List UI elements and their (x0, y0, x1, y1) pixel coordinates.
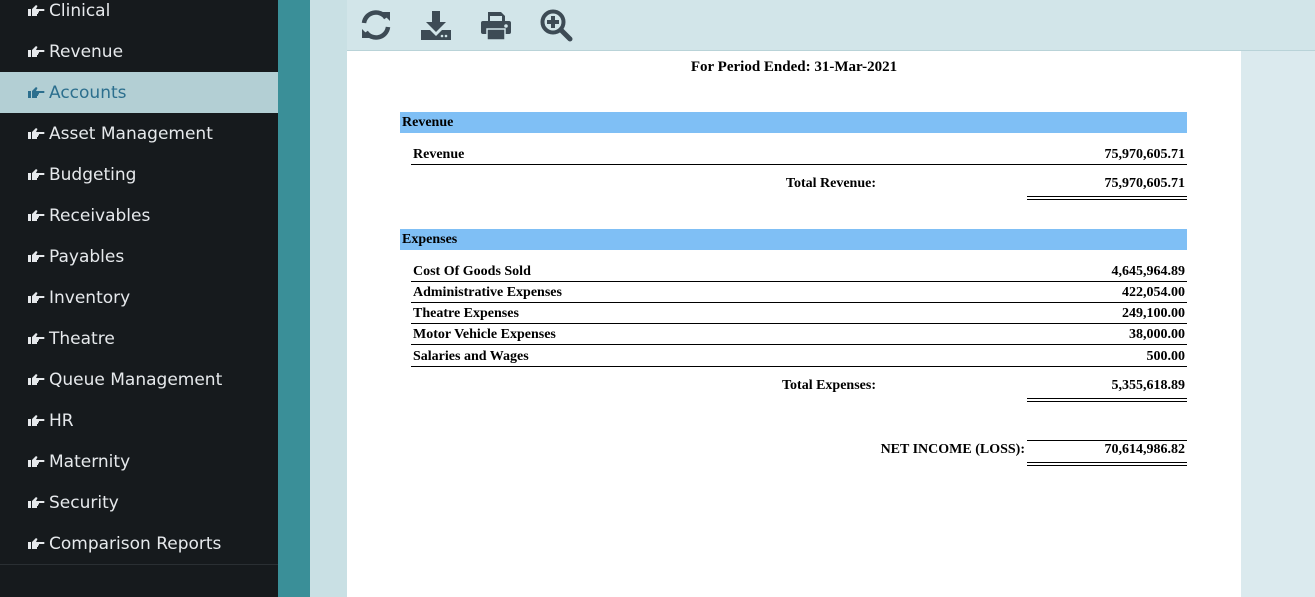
sidebar-item-label: Queue Management (49, 369, 223, 390)
row-amount: 38,000.00 (1129, 327, 1185, 342)
hand-pointing-right-icon (28, 496, 45, 510)
sidebar-item-label: Asset Management (49, 123, 213, 144)
hand-pointing-right-icon (28, 537, 45, 551)
row-label: Motor Vehicle Expenses (413, 327, 556, 342)
refresh-icon (361, 10, 391, 40)
sidebar-item-hr[interactable]: HR (0, 400, 278, 441)
sidebar-item-label: Comparison Reports (49, 533, 222, 554)
sidebar-item-label: Payables (49, 246, 125, 267)
sidebar-item-label: Receivables (49, 205, 151, 226)
hand-pointing-right-icon (28, 168, 45, 182)
print-button[interactable] (479, 8, 513, 42)
sidebar-item-label: Inventory (49, 287, 131, 308)
net-income-amount: 70,614,986.82 (1104, 442, 1186, 457)
income-statement-report: For Period Ended: 31-Mar-2021 Revenue Re… (347, 51, 1241, 597)
hand-pointing-right-icon (28, 86, 45, 100)
print-icon (481, 12, 511, 41)
row-label: Cost Of Goods Sold (413, 264, 531, 279)
sidebar-item-queue-management[interactable]: Queue Management (0, 359, 278, 400)
sidebar-item-clinical[interactable]: Clinical (0, 0, 278, 31)
sidebar-item-label: Theatre (49, 328, 115, 349)
row-amount: 4,645,964.89 (1111, 264, 1186, 279)
right-panel (1241, 50, 1315, 597)
hand-pointing-right-icon (28, 45, 45, 59)
row-amount: 75,970,605.71 (1104, 147, 1186, 162)
sidebar-item-label: HR (49, 410, 74, 431)
table-row: Motor Vehicle Expenses 38,000.00 (411, 323, 1187, 345)
report-toolbar (347, 0, 1315, 51)
total-expenses-amount: 5,355,618.89 (1111, 378, 1186, 393)
hand-pointing-right-icon (28, 332, 45, 346)
hand-pointing-right-icon (28, 127, 45, 141)
sidebar-item-label: Accounts (49, 82, 127, 103)
zoom-in-button[interactable] (539, 8, 573, 42)
double-underline (1027, 196, 1187, 200)
expenses-section-header: Expenses (400, 229, 1187, 250)
sidebar-item-inventory[interactable]: Inventory (0, 277, 278, 318)
net-income-overline (1027, 440, 1187, 441)
report-period: For Period Ended: 31-Mar-2021 (690, 59, 898, 75)
zoom-in-icon (540, 9, 573, 42)
double-underline (1027, 462, 1187, 466)
sidebar-item-budgeting[interactable]: Budgeting (0, 154, 278, 195)
sidebar-item-label: Revenue (49, 41, 124, 62)
sidebar-item-asset-management[interactable]: Asset Management (0, 113, 278, 154)
hand-pointing-right-icon (28, 373, 45, 387)
table-row: Salaries and Wages 500.00 (411, 345, 1187, 367)
table-row: Administrative Expenses 422,054.00 (411, 281, 1187, 303)
sidebar-item-accounts[interactable]: Accounts (0, 72, 278, 113)
row-label: Administrative Expenses (413, 285, 562, 300)
hand-pointing-right-icon (28, 414, 45, 428)
hand-pointing-right-icon (28, 291, 45, 305)
refresh-button[interactable] (359, 8, 393, 42)
row-label: Theatre Expenses (413, 306, 519, 321)
table-row: Revenue 75,970,605.71 (411, 143, 1187, 165)
sidebar-item-receivables[interactable]: Receivables (0, 195, 278, 236)
download-icon (421, 11, 451, 40)
sidebar-item-label: Maternity (49, 451, 131, 472)
sidebar-item-label: Budgeting (49, 164, 137, 185)
hand-pointing-right-icon (28, 455, 45, 469)
row-label: Revenue (413, 147, 465, 162)
total-revenue-label: Total Revenue: (785, 176, 876, 191)
sidebar-item-comparison-reports[interactable]: Comparison Reports (0, 523, 278, 564)
total-revenue-amount: 75,970,605.71 (1104, 176, 1186, 191)
revenue-section-header: Revenue (400, 112, 1187, 133)
sidebar: Clinical Revenue Accounts Asset Manageme… (0, 0, 278, 597)
sidebar-item-maternity[interactable]: Maternity (0, 441, 278, 482)
net-income-label: NET INCOME (LOSS): (880, 442, 1025, 457)
hand-pointing-right-icon (28, 209, 45, 223)
row-amount: 422,054.00 (1122, 285, 1185, 300)
sidebar-item-revenue[interactable]: Revenue (0, 31, 278, 72)
row-label: Salaries and Wages (413, 349, 529, 364)
sidebar-item-payables[interactable]: Payables (0, 236, 278, 277)
hand-pointing-right-icon (28, 250, 45, 264)
sidebar-item-theatre[interactable]: Theatre (0, 318, 278, 359)
total-expenses-label: Total Expenses: (781, 378, 876, 393)
table-row: Theatre Expenses 249,100.00 (411, 302, 1187, 324)
hand-pointing-right-icon (28, 4, 45, 18)
double-underline (1027, 398, 1187, 402)
sidebar-item-label: Clinical (49, 0, 111, 21)
sidebar-item-label: Security (49, 492, 119, 513)
sidebar-edge-strip (278, 0, 310, 597)
sidebar-divider (0, 564, 278, 565)
download-button[interactable] (419, 8, 453, 42)
table-row: Cost Of Goods Sold 4,645,964.89 (411, 260, 1187, 282)
sidebar-item-security[interactable]: Security (0, 482, 278, 523)
row-amount: 249,100.00 (1122, 306, 1185, 321)
row-amount: 500.00 (1146, 349, 1186, 364)
